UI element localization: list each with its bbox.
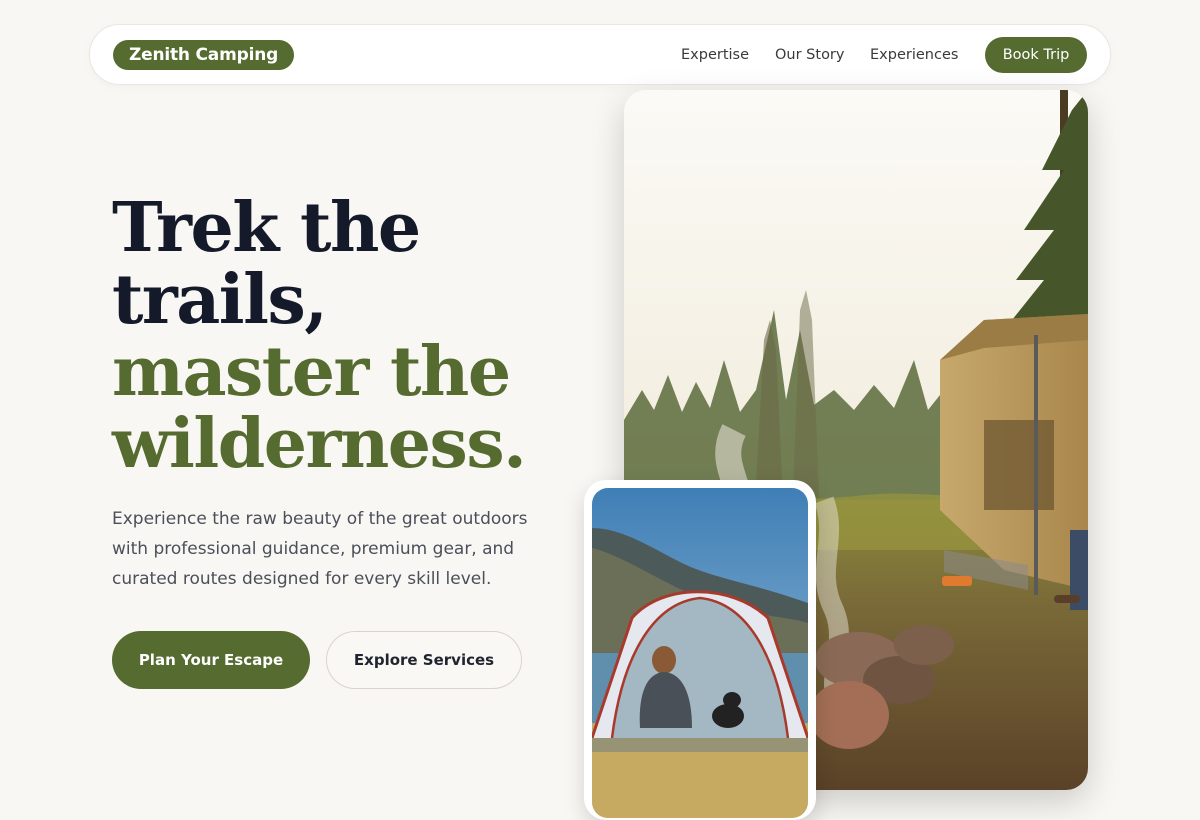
nav-link-our-story[interactable]: Our Story	[775, 45, 844, 65]
brand-logo[interactable]: Zenith Camping	[113, 40, 295, 70]
nav-link-expertise[interactable]: Expertise	[681, 45, 749, 65]
hero-headline: Trek the trails, master the wilderness.	[112, 188, 527, 484]
explore-services-button[interactable]: Explore Services	[326, 631, 522, 689]
headline-line-3: master the	[112, 332, 511, 412]
book-trip-button[interactable]: Book Trip	[985, 37, 1087, 73]
top-navigation: Zenith Camping Expertise Our Story Exper…	[89, 24, 1111, 85]
headline-line-2: trails,	[112, 260, 328, 340]
nav-link-experiences[interactable]: Experiences	[870, 45, 958, 65]
tent-photo-card	[584, 480, 816, 820]
headline-line-4: wilderness.	[112, 404, 527, 484]
plan-escape-button[interactable]: Plan Your Escape	[112, 631, 310, 689]
hero-subtext: Experience the raw beauty of the great o…	[112, 509, 528, 589]
headline-line-1: Trek the	[112, 188, 421, 268]
tent-lake-photo	[592, 488, 808, 818]
